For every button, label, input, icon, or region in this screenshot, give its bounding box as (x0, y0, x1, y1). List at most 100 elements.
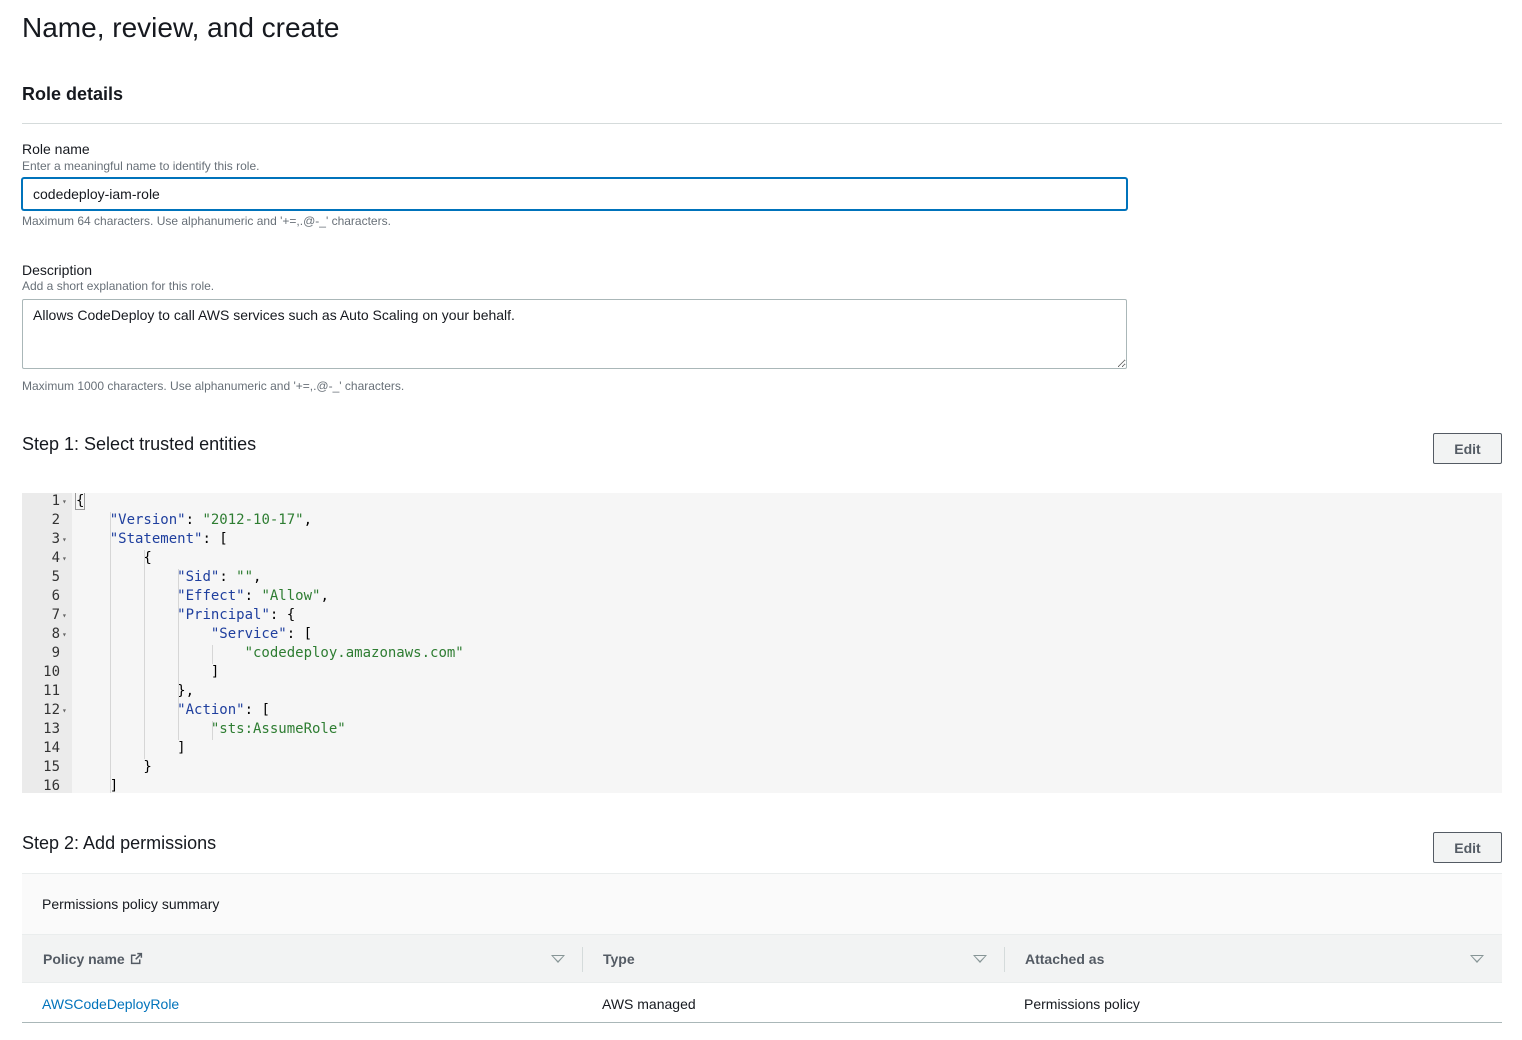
fold-toggle-icon[interactable]: ▾ (62, 493, 67, 511)
role-name-label: Role name (22, 141, 90, 157)
code-text: "codedeploy.amazonaws.com" (76, 644, 464, 663)
column-header-policy-name[interactable]: Policy name (43, 951, 143, 967)
code-text: "Version": "2012-10-17", (76, 511, 312, 530)
description-description: Add a short explanation for this role. (22, 279, 215, 293)
column-header-attached-as[interactable]: Attached as (1025, 951, 1104, 967)
trust-policy-code-editor[interactable]: 1 ▾{2 "Version": "2012-10-17", 3 ▾ "Stateme… (22, 493, 1502, 793)
policy-type-cell: AWS managed (602, 996, 696, 1012)
code-line: 6 "Effect": "Allow", (22, 587, 1502, 606)
line-number: 7 (51, 607, 60, 623)
code-token: "codedeploy.amazonaws.com" (244, 645, 464, 661)
step2-title: Step 2: Add permissions (22, 833, 217, 853)
code-line: 3 ▾ "Statement": [ (22, 530, 1502, 549)
code-text: "Statement": [ (76, 530, 228, 549)
description-textarea[interactable]: Allows CodeDeploy to call AWS services s… (22, 299, 1127, 369)
code-line: 2 "Version": "2012-10-17", (22, 511, 1502, 530)
line-number: 8 (51, 626, 60, 642)
sort-down-icon[interactable] (1470, 955, 1484, 963)
indent-guide (212, 721, 213, 740)
code-token: } (76, 759, 152, 775)
code-text: } (76, 758, 152, 777)
code-line: 9 "codedeploy.amazonaws.com" (22, 644, 1502, 663)
line-number: 4 (51, 550, 60, 566)
code-token: , (303, 512, 313, 528)
policy-name-link[interactable]: AWSCodeDeployRole (42, 996, 179, 1012)
code-token: }, (76, 683, 195, 699)
code-token: "" (236, 569, 254, 585)
fold-toggle-icon[interactable]: ▾ (62, 625, 67, 644)
code-line: 8 ▾ "Service": [ (22, 625, 1502, 644)
code-token: , (320, 588, 329, 604)
code-line: 15 } (22, 758, 1502, 777)
code-token: , (253, 569, 262, 585)
code-line: 10 ] (22, 663, 1502, 682)
code-token: : [ (286, 626, 313, 642)
code-token: "Service" (210, 626, 287, 642)
line-number: 15 (43, 759, 60, 775)
code-text: ] (76, 739, 186, 758)
line-number: 13 (43, 721, 60, 737)
code-text: "Service": [ (76, 625, 312, 644)
code-text: ] (76, 663, 219, 682)
code-token: { (74, 493, 86, 510)
code-token: "2012-10-17" (202, 512, 304, 528)
code-text: "Sid": "", (76, 568, 261, 587)
code-token: ] (76, 740, 186, 756)
step1-title: Step 1: Select trusted entities (22, 434, 257, 454)
fold-toggle-icon[interactable]: ▾ (62, 549, 67, 568)
fold-toggle-icon[interactable]: ▾ (62, 701, 67, 720)
indent-guide (144, 550, 145, 759)
line-number: 12 (43, 702, 60, 718)
fold-toggle-icon[interactable]: ▾ (62, 530, 67, 549)
code-token: : [ (202, 531, 228, 547)
code-line: 7 ▾ "Principal": { (22, 606, 1502, 625)
code-line: 14 ] (22, 739, 1502, 758)
page-title: Name, review, and create (22, 12, 340, 43)
sort-down-icon[interactable] (551, 955, 565, 963)
line-number: 11 (43, 683, 60, 699)
code-token: { (76, 550, 152, 566)
line-number: 6 (51, 588, 60, 604)
code-token: "Version" (109, 512, 186, 528)
line-number: 3 (51, 531, 60, 547)
code-line: 16 ] (22, 777, 1502, 793)
code-token: : { (269, 607, 296, 623)
step2-edit-button[interactable]: Edit (1433, 832, 1502, 863)
code-line: 11 }, (22, 682, 1502, 701)
code-text: "Effect": "Allow", (76, 587, 329, 606)
role-name-description: Enter a meaningful name to identify this… (22, 159, 260, 173)
code-line: 12 ▾ "Action": [ (22, 701, 1502, 720)
line-number: 1 (51, 493, 60, 509)
code-text: { (74, 493, 86, 511)
code-token: : (219, 569, 237, 585)
policy-attached-as-cell: Permissions policy (1024, 996, 1140, 1012)
line-number: 5 (51, 569, 60, 585)
code-token: ] (76, 664, 220, 680)
code-line: 1 ▾ { (22, 493, 1502, 511)
permissions-summary-header: Permissions policy summary (22, 874, 1502, 934)
column-header-label: Policy name (43, 951, 125, 967)
code-token: "Effect" (177, 588, 245, 604)
line-number: 2 (51, 512, 60, 528)
step1-edit-button[interactable]: Edit (1433, 433, 1502, 464)
sort-down-icon[interactable] (973, 955, 987, 963)
fold-toggle-icon[interactable]: ▾ (62, 606, 67, 625)
column-header-type[interactable]: Type (603, 951, 635, 967)
indent-guide (110, 512, 111, 793)
code-token: : (185, 512, 203, 528)
code-token: "Sid" (177, 569, 220, 585)
indent-guide (178, 569, 179, 740)
code-line: 5 "Sid": "", (22, 568, 1502, 587)
role-name-input[interactable] (22, 178, 1127, 210)
code-token: "sts:AssumeRole" (210, 721, 346, 737)
code-text: "Principal": { (76, 606, 295, 625)
permissions-policy-table: Permissions policy summary Policy name T… (22, 873, 1502, 1023)
code-token: "Allow" (261, 588, 321, 604)
section-divider (22, 123, 1502, 124)
code-line: 4 ▾ { (22, 549, 1502, 568)
